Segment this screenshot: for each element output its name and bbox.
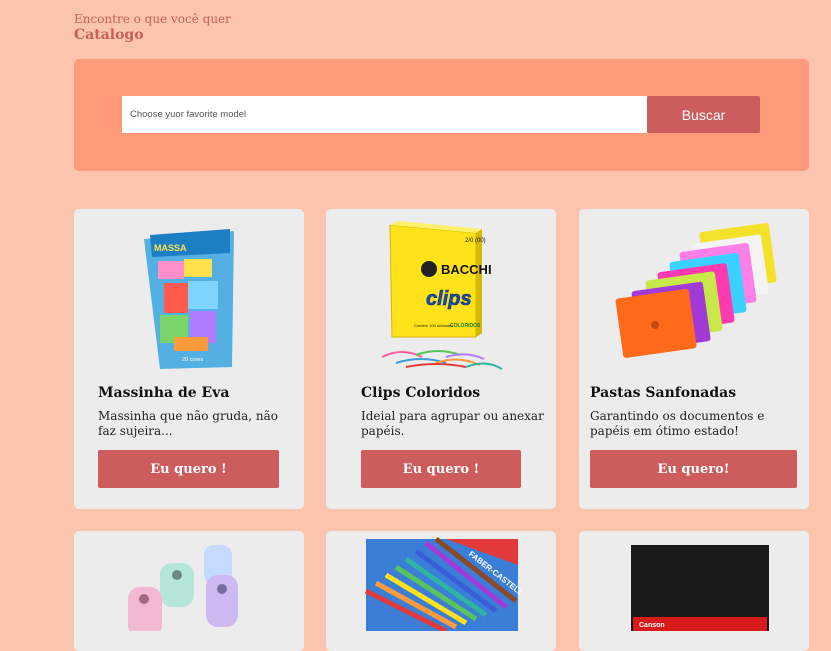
page-title: Catalogo	[74, 27, 144, 43]
clips-colors: COLORIDOS	[450, 323, 481, 329]
product-image-clips: BACCHI clips 2/0 (00) COLORIDOS Contém 1…	[381, 221, 503, 370]
product-image-apontador	[128, 545, 238, 631]
search-panel: Buscar	[74, 59, 809, 171]
clips-size: 2/0 (00)	[465, 238, 486, 244]
product-image-pastas	[615, 222, 777, 358]
product-image-sketchbook: Canson	[631, 545, 769, 631]
sketchbook-brand: Canson	[639, 622, 665, 629]
product-card: Pastas Sanfonadas Garantindo os document…	[579, 209, 809, 509]
product-image-massinha: MASSA 20 cores	[144, 229, 234, 369]
massinha-label-top: MASSA	[154, 243, 187, 253]
want-button[interactable]: Eu quero!	[590, 450, 797, 488]
want-button[interactable]: Eu quero !	[98, 450, 279, 488]
product-card: MASSA 20 cores Massinha de Eva Massinha …	[74, 209, 304, 509]
product-card: FABER-CASTELL	[326, 531, 556, 651]
product-card: BACCHI clips 2/0 (00) COLORIDOS Contém 1…	[326, 209, 556, 509]
product-title: Clips Coloridos	[361, 385, 481, 401]
product-card	[74, 531, 304, 651]
clips-logo: clips	[426, 288, 472, 310]
product-title: Pastas Sanfonadas	[590, 385, 737, 401]
search-input[interactable]	[122, 96, 647, 133]
product-description: Garantindo os documentos e papéis em óti…	[590, 409, 765, 438]
product-card: Canson	[579, 531, 809, 651]
clips-count: Contém 100 unidades	[414, 323, 453, 328]
want-button[interactable]: Eu quero !	[361, 450, 521, 488]
product-image-lapis: FABER-CASTELL	[364, 537, 525, 631]
product-description: Ideial para agrupar ou anexar papéis.	[361, 409, 544, 438]
clips-brand: BACCHI	[441, 262, 492, 277]
product-title: Massinha de Eva	[98, 385, 230, 401]
product-description: Massinha que não gruda, não faz sujeira.…	[98, 409, 278, 438]
header-subtitle: Encontre o que você quer	[74, 12, 231, 26]
massinha-label-bottom: 20 cores	[182, 357, 203, 363]
search-button[interactable]: Buscar	[647, 96, 760, 133]
